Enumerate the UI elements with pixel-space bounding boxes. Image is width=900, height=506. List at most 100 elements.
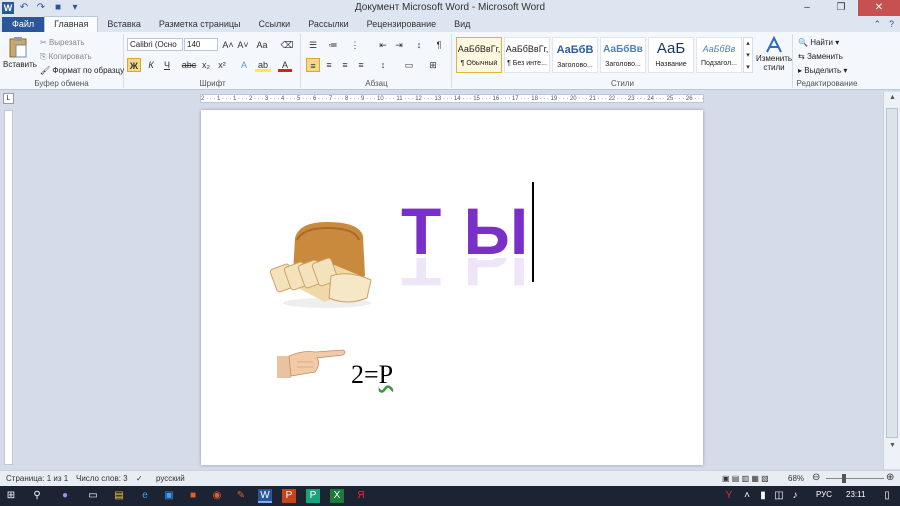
clock[interactable]: 23:11: [846, 490, 865, 499]
bullets-icon[interactable]: ☰: [306, 38, 320, 52]
cut-button[interactable]: ✂ Вырезать: [40, 38, 85, 47]
tab-home[interactable]: Главная: [44, 16, 99, 32]
style-normal[interactable]: АаБбВвГг, ¶ Обычный: [456, 37, 502, 73]
italic-button[interactable]: К: [144, 58, 158, 72]
horizontal-ruler[interactable]: 2 · · · 1 · · · 1 · · · 2 · · · 3 · · · …: [200, 94, 704, 103]
word-count[interactable]: Число слов: 3: [76, 474, 128, 483]
input-language[interactable]: РУС: [816, 490, 832, 499]
tab-file[interactable]: Файл: [2, 17, 45, 32]
vertical-scrollbar[interactable]: ▲ ▼: [883, 92, 900, 469]
zoom-slider[interactable]: [826, 478, 884, 479]
font-color-icon[interactable]: A: [278, 58, 292, 72]
document-page[interactable]: Т Ы Т Ы 2=Р: [201, 110, 703, 465]
tab-references[interactable]: Ссылки: [250, 17, 300, 32]
zoom-level[interactable]: 68%: [788, 474, 804, 483]
highlight-color-icon[interactable]: ab: [255, 58, 271, 72]
zoom-out-icon[interactable]: ⊖: [812, 472, 820, 483]
sort-icon[interactable]: ↕: [412, 38, 426, 52]
style-subtitle[interactable]: АаБбВв Подзагол...: [696, 37, 742, 73]
windows-start-icon[interactable]: ⊞: [4, 489, 18, 503]
increase-indent-icon[interactable]: ⇥: [392, 38, 406, 52]
font-size-field[interactable]: 140: [184, 38, 218, 51]
change-case-icon[interactable]: Aa: [255, 38, 269, 52]
clear-format-icon[interactable]: ⌫: [280, 38, 294, 52]
align-center-button[interactable]: ≡: [322, 58, 336, 72]
borders-icon[interactable]: ⊞: [426, 58, 440, 72]
tab-page-layout[interactable]: Разметка страницы: [150, 17, 250, 32]
page-count[interactable]: Страница: 1 из 1: [6, 474, 68, 483]
app-icon-red[interactable]: ■: [186, 489, 200, 503]
justify-button[interactable]: ≡: [354, 58, 368, 72]
volume-icon[interactable]: ♪: [788, 489, 802, 503]
search-icon[interactable]: ⚲: [30, 489, 44, 503]
underline-button[interactable]: Ч: [160, 58, 174, 72]
decrease-indent-icon[interactable]: ⇤: [376, 38, 390, 52]
select-button[interactable]: ▸ Выделить ▾: [798, 66, 847, 75]
grow-font-icon[interactable]: A˄: [221, 38, 235, 52]
align-right-button[interactable]: ≡: [338, 58, 352, 72]
help-icon[interactable]: ?: [889, 17, 894, 32]
replace-button[interactable]: ⇆ Заменить: [798, 52, 843, 61]
print-layout-icon[interactable]: ▣ ▤ ▥ ▦ ▧: [722, 474, 769, 483]
network-icon[interactable]: ◫: [772, 489, 786, 503]
ribbon-tabs: Файл Главная Вставка Разметка страницы С…: [0, 16, 900, 32]
align-left-button[interactable]: ≡: [306, 58, 320, 72]
style-no-spacing[interactable]: АаБбВвГг, ¶ Без инте...: [504, 37, 550, 73]
style-title[interactable]: АаБ Название: [648, 37, 694, 73]
edge-icon[interactable]: e: [138, 489, 152, 503]
shrink-font-icon[interactable]: A˅: [236, 38, 250, 52]
tab-mailings[interactable]: Рассылки: [299, 17, 357, 32]
scroll-down-icon[interactable]: ▼: [884, 442, 900, 449]
styles-scroll-icon[interactable]: ▴ ▾ ▾: [743, 37, 753, 73]
copy-button[interactable]: ⎘ Копировать: [40, 52, 92, 62]
font-name-field[interactable]: Calibri (Осно: [127, 38, 183, 51]
status-bar: Страница: 1 из 1 Число слов: 3 ✓ русский…: [0, 470, 900, 486]
line-spacing-icon[interactable]: ↕: [376, 58, 390, 72]
shading-icon[interactable]: ▭: [402, 58, 416, 72]
tray-yandex-icon[interactable]: Y: [722, 489, 736, 503]
superscript-button[interactable]: x²: [215, 58, 229, 72]
task-view-icon[interactable]: ▭: [86, 489, 100, 503]
file-explorer-icon[interactable]: ▤: [112, 489, 126, 503]
tab-review[interactable]: Рецензирование: [358, 17, 446, 32]
paste-button[interactable]: Вставить: [3, 36, 37, 76]
tray-up-arrow-icon[interactable]: ˄: [740, 489, 754, 503]
restore-button[interactable]: ❐: [824, 0, 858, 16]
text-effects-icon[interactable]: A: [237, 58, 251, 72]
format-painter-button[interactable]: 🖌 Формат по образцу: [40, 66, 124, 75]
vertical-ruler[interactable]: [4, 110, 13, 465]
chrome-icon[interactable]: ◉: [210, 489, 224, 503]
change-styles-button[interactable]: Изменить стили: [755, 36, 793, 72]
numbering-icon[interactable]: ≔: [326, 38, 340, 52]
style-heading-2[interactable]: АаБбВв Заголово...: [600, 37, 646, 73]
excel-icon[interactable]: X: [330, 489, 344, 503]
multilevel-list-icon[interactable]: ⋮: [348, 38, 362, 52]
app-icon-pen[interactable]: ✎: [234, 489, 248, 503]
close-button[interactable]: ✕: [858, 0, 900, 16]
tab-view[interactable]: Вид: [445, 17, 479, 32]
tab-insert[interactable]: Вставка: [98, 17, 149, 32]
bold-button[interactable]: Ж: [127, 58, 141, 72]
tab-selector[interactable]: L: [3, 93, 14, 104]
word-taskbar-icon[interactable]: W: [258, 489, 272, 503]
notifications-icon[interactable]: ▯: [880, 489, 894, 503]
zoom-slider-thumb[interactable]: [842, 474, 846, 483]
find-button[interactable]: 🔍 Найти ▾: [798, 38, 839, 47]
publisher-icon[interactable]: P: [306, 489, 320, 503]
scroll-thumb[interactable]: [886, 108, 898, 438]
strikethrough-button[interactable]: abc: [180, 58, 198, 72]
proofing-icon[interactable]: ✓: [136, 474, 143, 483]
yandex-icon[interactable]: Я: [354, 489, 368, 503]
language-indicator[interactable]: русский: [156, 474, 185, 483]
store-icon[interactable]: ▣: [162, 489, 176, 503]
powerpoint-icon[interactable]: P: [282, 489, 296, 503]
cortana-icon[interactable]: ●: [58, 489, 72, 503]
scroll-up-icon[interactable]: ▲: [884, 94, 900, 101]
zoom-in-icon[interactable]: ⊕: [886, 472, 894, 483]
collapse-ribbon-icon[interactable]: ⌃: [873, 17, 881, 32]
style-heading-1[interactable]: АаБбВ Заголово...: [552, 37, 598, 73]
subscript-button[interactable]: x₂: [199, 58, 213, 72]
battery-icon[interactable]: ▮: [756, 489, 770, 503]
show-marks-icon[interactable]: ¶: [432, 38, 446, 52]
minimize-button[interactable]: –: [790, 0, 824, 16]
